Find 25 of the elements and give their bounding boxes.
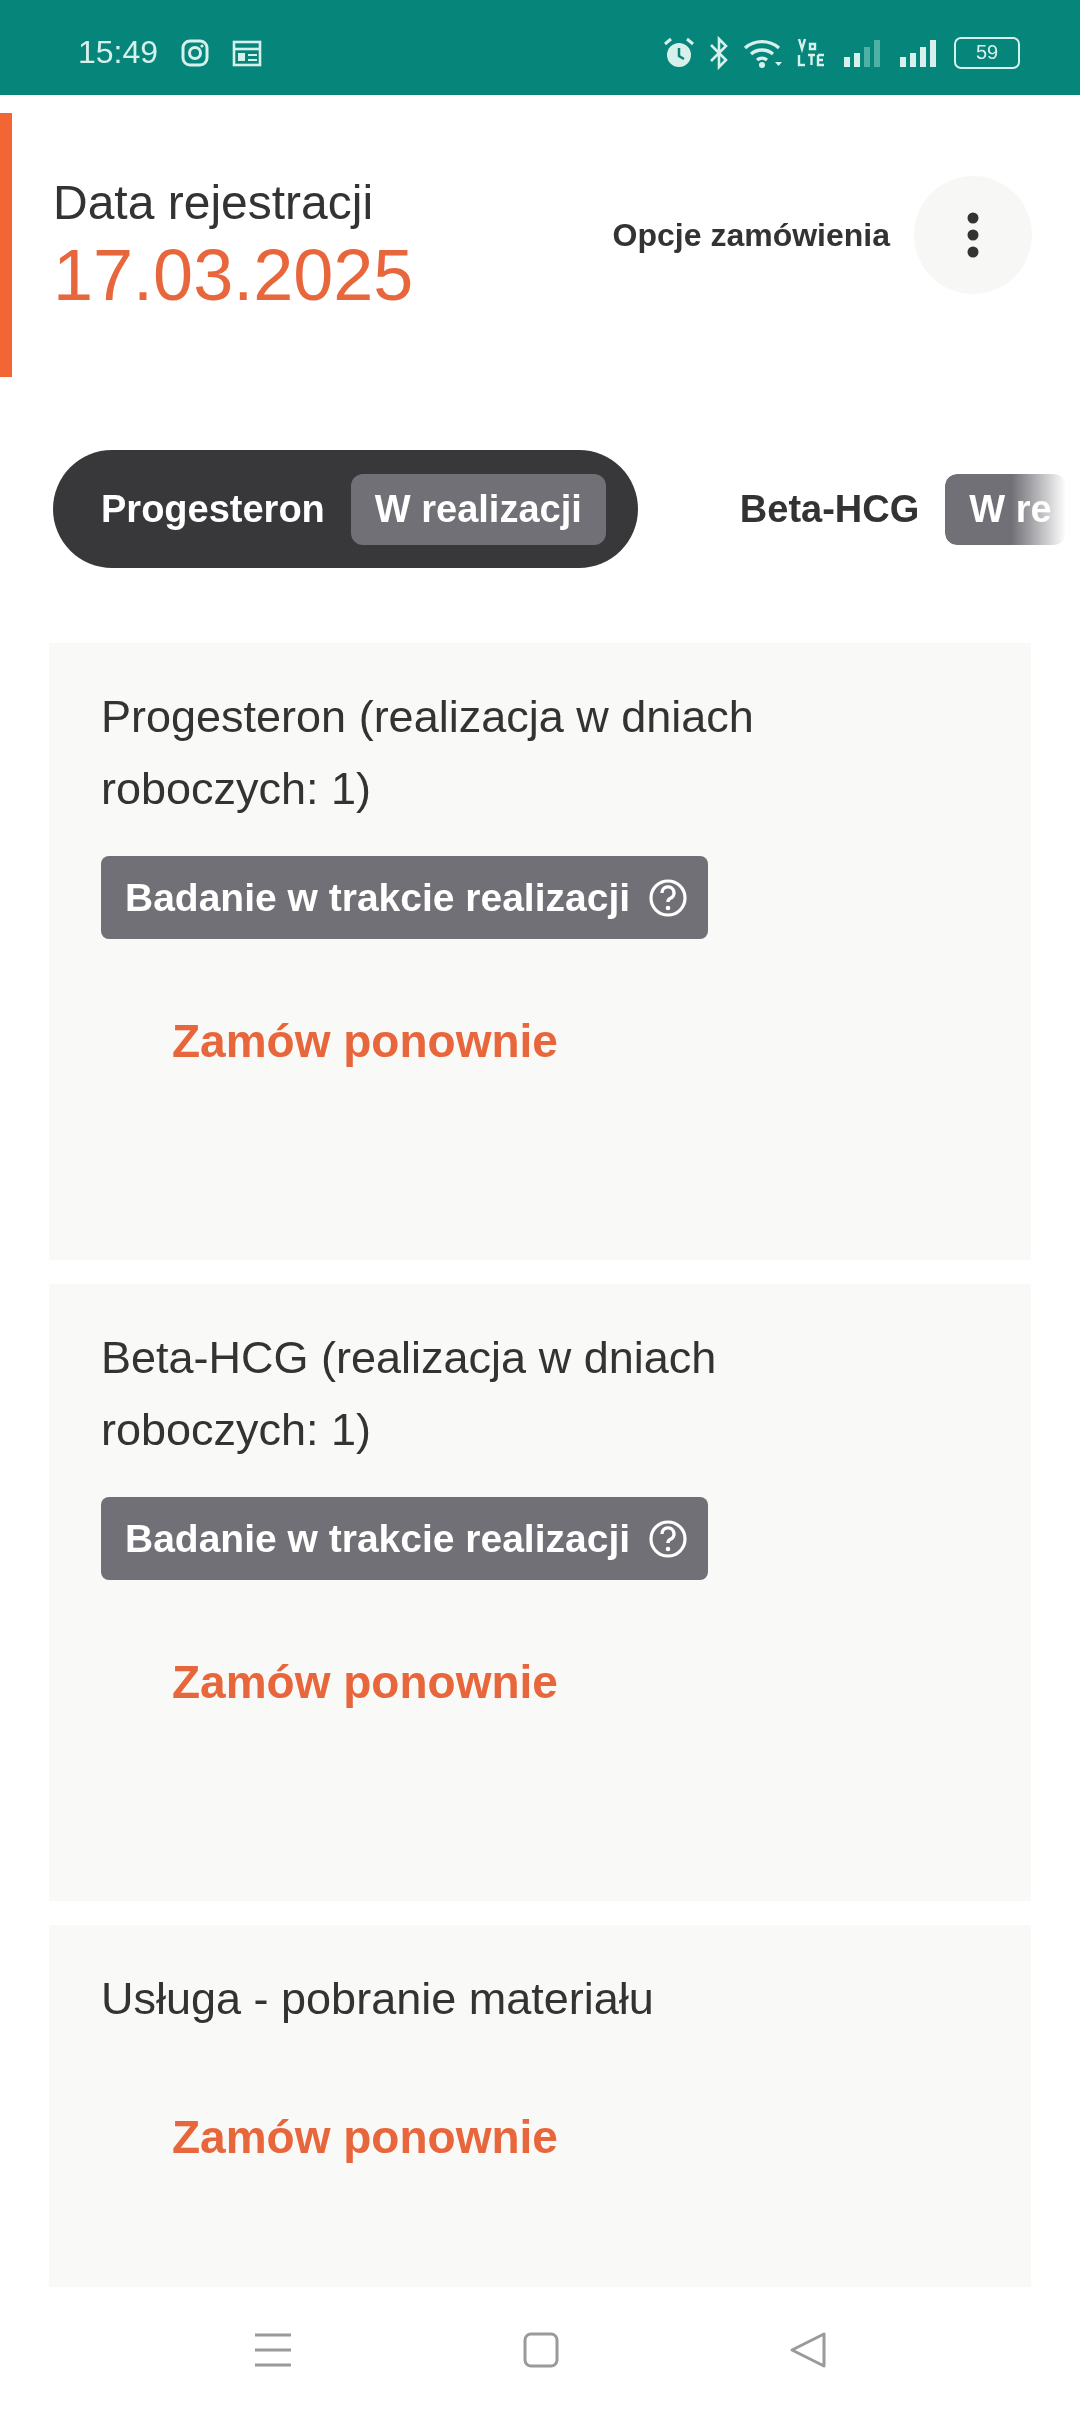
alarm-icon — [662, 35, 696, 70]
date-label: Data rejestracji — [53, 175, 375, 231]
battery-icon: 59 — [954, 36, 1020, 69]
reorder-button[interactable]: Zamów ponownie — [101, 2084, 629, 2190]
back-icon[interactable] — [789, 2330, 827, 2369]
reorder-button[interactable]: Zamów ponownie — [101, 988, 629, 1094]
registration-date: 17.03.2025 — [53, 234, 414, 317]
more-vertical-icon — [966, 212, 980, 258]
help-icon[interactable] — [648, 877, 689, 918]
camera-icon — [180, 37, 211, 68]
home-icon[interactable] — [523, 2331, 559, 2368]
order-options-label: Opcje zamówienia — [612, 216, 890, 254]
test-title: Progesteron (realizacja w dniach roboczych: 1) — [101, 690, 755, 816]
bluetooth-icon — [708, 34, 730, 71]
test-title: Usługa - pobranie materiału — [101, 1972, 654, 2026]
status-text: Badanie w trakcie realizacji — [125, 875, 631, 920]
clock-time: 15:49 — [78, 34, 159, 71]
calendar-icon — [232, 38, 263, 67]
menu-icon[interactable] — [253, 2331, 293, 2368]
test-tab[interactable]: Beta-HCG W re — [691, 450, 1080, 568]
test-tab[interactable]: Progesteron W realizacji — [53, 450, 638, 568]
help-icon[interactable] — [648, 1518, 689, 1559]
status-text: Badanie w trakcie realizacji — [125, 1516, 631, 1561]
test-title: Beta-HCG (realizacja w dniach roboczych: 1) — [101, 1331, 718, 1457]
reorder-button[interactable]: Zamów ponownie — [101, 1629, 629, 1735]
